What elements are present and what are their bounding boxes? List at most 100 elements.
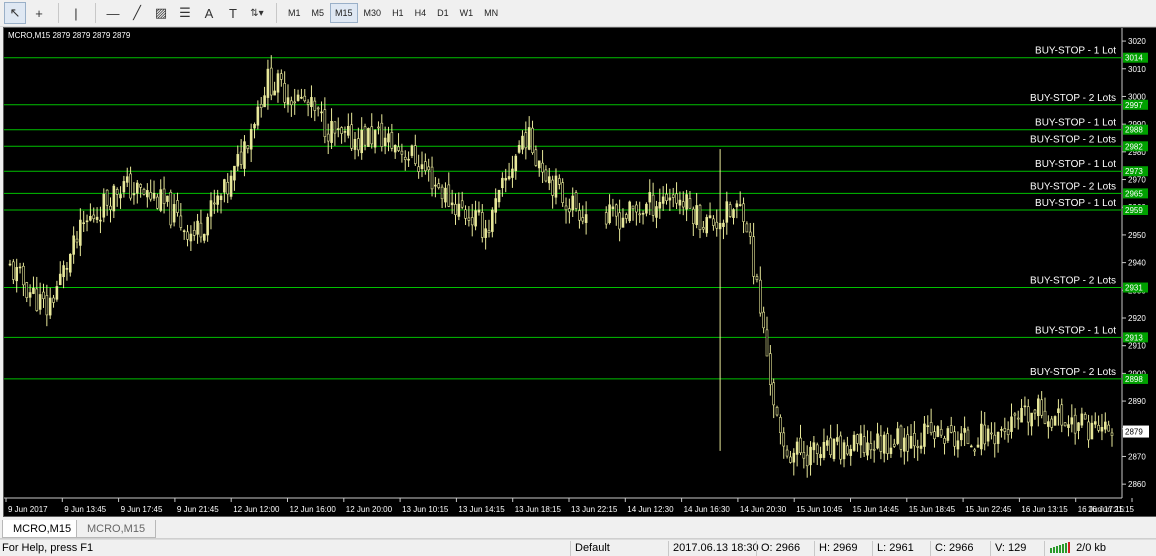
candle-body (1030, 412, 1033, 427)
candle-body (1050, 418, 1054, 428)
order-label: BUY-STOP - 1 Lot (1035, 46, 1116, 57)
bar-high: H: 2969 (814, 541, 872, 556)
candle-body (913, 432, 916, 447)
candle-body (109, 205, 112, 210)
candle-body (444, 187, 447, 203)
text-icon[interactable]: A (198, 2, 220, 24)
candle-body (849, 448, 853, 456)
connection-status: 2/0 kb (1044, 541, 1156, 556)
candle-body (336, 128, 340, 130)
candle-body (692, 208, 695, 225)
candle-body (923, 423, 926, 447)
candle-body (728, 204, 732, 217)
candle-body (929, 422, 933, 434)
candle-body (785, 449, 789, 457)
candle-body (892, 443, 896, 447)
candle-body (789, 456, 792, 463)
candle-body (290, 100, 293, 106)
candle-body (745, 223, 749, 233)
tab-mcro-m15-2[interactable]: MCRO,M15 (76, 520, 157, 538)
candle-body (792, 452, 796, 463)
timeframe-m15-button[interactable]: M15 (330, 3, 358, 23)
candle-body (839, 435, 842, 460)
candle-body (38, 294, 42, 310)
candle-body (390, 132, 394, 149)
candle-body (286, 97, 290, 105)
bar-datetime: 2017.06.13 18:30 (668, 541, 759, 556)
candle-body (708, 215, 712, 219)
candle-body (507, 176, 511, 180)
equidistant-channel-icon[interactable]: ▨ (150, 2, 172, 24)
candle-body (946, 428, 950, 441)
candle-body (836, 437, 839, 442)
status-bar: For Help, press F1 Default 2017.06.13 18… (0, 539, 1156, 556)
timeframe-m30-button[interactable]: M30 (359, 3, 387, 23)
arrows-menu-icon[interactable]: ⇅▾ (246, 2, 268, 24)
timeframe-w1-button[interactable]: W1 (455, 3, 479, 23)
candle-body (715, 221, 719, 229)
candle-body (524, 132, 528, 149)
candle-body (651, 194, 655, 216)
timeframe-d1-button[interactable]: D1 (432, 3, 454, 23)
timeframe-m5-button[interactable]: M5 (307, 3, 330, 23)
vertical-line-icon[interactable]: | (65, 2, 87, 24)
candle-body (400, 150, 404, 155)
candle-body (621, 217, 625, 228)
candle-body (752, 236, 755, 277)
trendline-icon[interactable]: ╱ (126, 2, 148, 24)
candle-body (497, 189, 501, 203)
timeframe-h4-button[interactable]: H4 (410, 3, 432, 23)
candle-body (678, 199, 682, 206)
cursor-icon[interactable]: ↖ (4, 2, 26, 24)
candle-body (986, 428, 990, 442)
candle-body (809, 446, 812, 466)
candle-body (1010, 416, 1013, 432)
candle-body (896, 428, 899, 444)
timeframe-m1-button[interactable]: M1 (283, 3, 306, 23)
candle-body (283, 83, 286, 103)
candle-body (1090, 422, 1094, 440)
candle-body (223, 179, 226, 193)
text-label-icon[interactable]: T (222, 2, 244, 24)
candle-body (558, 178, 561, 185)
candle-body (534, 149, 538, 166)
time-tick-label: 9 Jun 13:45 (64, 505, 106, 514)
candle-body (537, 160, 541, 169)
candle-body (772, 382, 775, 406)
candle-body (330, 120, 333, 143)
candle-body (738, 204, 742, 206)
order-price-text: 2965 (1125, 189, 1143, 198)
candle-body (343, 131, 347, 133)
candle-body (454, 204, 457, 216)
tab-mcro-m15[interactable]: MCRO,M15 (2, 520, 83, 538)
time-tick-label: 15 Jun 22:45 (965, 505, 1012, 514)
candle-body (521, 135, 524, 150)
profile-name: Default (570, 541, 666, 556)
timeframe-mn-button[interactable]: MN (479, 3, 503, 23)
candle-body (970, 445, 973, 448)
candle-body (846, 445, 849, 455)
candle-body (655, 206, 658, 218)
crosshair-icon[interactable]: + (28, 2, 50, 24)
time-tick-label: 13 Jun 22:15 (571, 505, 618, 514)
candle-body (172, 204, 176, 223)
candle-body (671, 194, 675, 198)
candle-body (139, 184, 142, 188)
timeframe-h1-button[interactable]: H1 (387, 3, 409, 23)
candle-body (1083, 414, 1087, 420)
candle-body (269, 67, 273, 96)
candle-body (182, 230, 186, 233)
candle-body (152, 192, 156, 199)
candle-body (805, 454, 809, 467)
candle-body (82, 222, 85, 225)
candle-body (450, 202, 454, 206)
candle-body (625, 214, 628, 219)
candle-body (434, 184, 437, 187)
price-chart[interactable]: MCRO,M15 2879 2879 2879 2879 3020 3010 3000… (3, 27, 1156, 517)
candle-body (1097, 425, 1100, 431)
fibonacci-icon[interactable]: ☰ (174, 2, 196, 24)
horizontal-line-icon[interactable]: — (102, 2, 124, 24)
candle-body (320, 111, 323, 114)
time-tick-label: 15 Jun 18:45 (909, 505, 956, 514)
candle-body (55, 286, 59, 300)
